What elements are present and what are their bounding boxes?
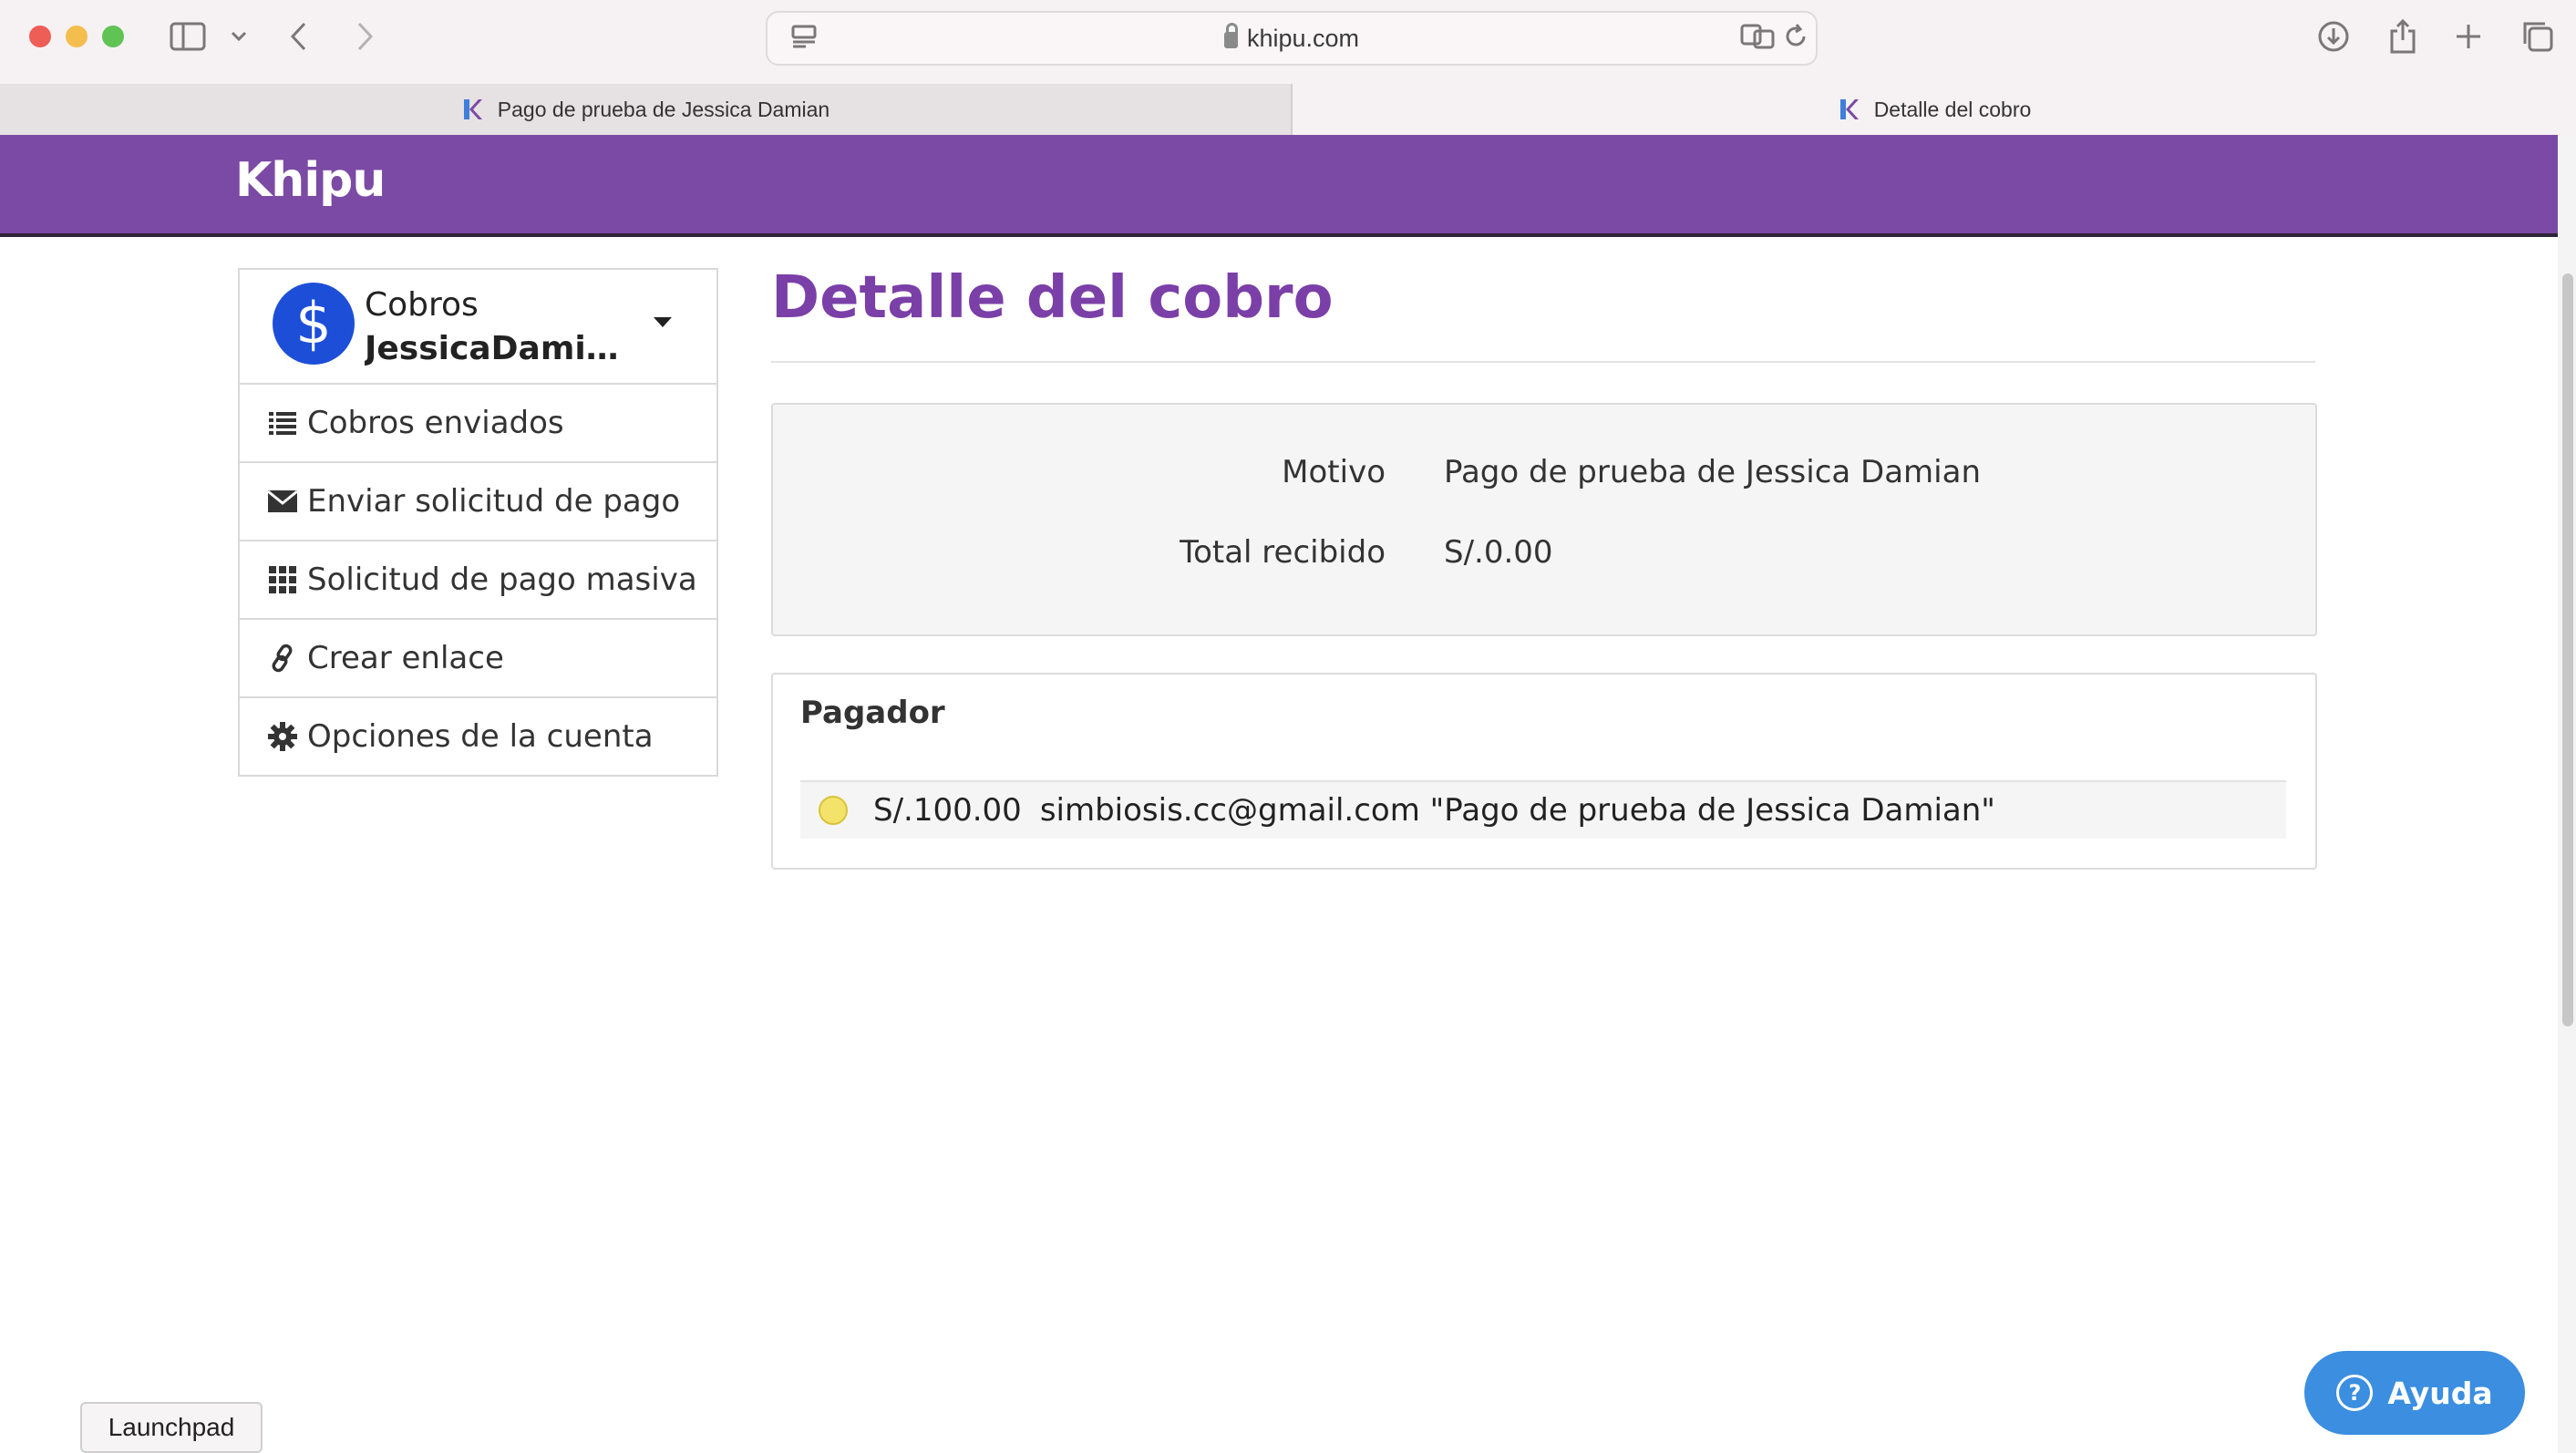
total-label: Total recibido <box>1180 534 1386 571</box>
gear-icon <box>267 721 298 752</box>
sidebar-item-label: Opciones de la cuenta <box>307 718 654 755</box>
sidebar-item-solicitud-masiva[interactable]: Solicitud de pago masiva <box>240 541 716 620</box>
reload-icon[interactable] <box>1772 13 1819 60</box>
summary-panel: Motivo Pago de prueba de Jessica Damian … <box>771 403 2317 636</box>
payer-detail: simbiosis.cc@gmail.com "Pago de prueba d… <box>1039 792 1995 829</box>
title-divider <box>771 361 2315 363</box>
payer-amount: S/.100.00 <box>873 792 1022 829</box>
motivo-label: Motivo <box>1282 454 1386 490</box>
caret-down-icon[interactable] <box>654 317 672 327</box>
tab-detalle-del-cobro[interactable]: Detalle del cobro <box>1293 84 2576 135</box>
sidebar: $ Cobros JessicaDamia... Cobros enviados… <box>238 268 718 777</box>
payer-row[interactable]: S/.100.00 simbiosis.cc@gmail.com "Pago d… <box>800 780 2286 839</box>
payer-heading: Pagador <box>800 695 945 731</box>
site-header: Khipu <box>0 135 2558 237</box>
sidebar-item-opciones-cuenta[interactable]: Opciones de la cuenta <box>240 698 716 775</box>
back-icon[interactable] <box>275 13 323 60</box>
url-label: khipu.com <box>1246 25 1360 52</box>
page-scrollbar[interactable] <box>2558 135 2576 1453</box>
sidebar-item-label: Solicitud de pago masiva <box>307 562 697 598</box>
logo-text: Khipu <box>235 153 386 208</box>
minimize-window-button[interactable] <box>66 26 88 47</box>
tab-overview-icon[interactable] <box>2514 13 2561 60</box>
envelope-icon <box>267 486 298 517</box>
forward-icon[interactable] <box>341 13 388 60</box>
close-window-button[interactable] <box>29 26 51 47</box>
tab-pago-de-prueba[interactable]: Pago de prueba de Jessica Damian <box>0 84 1293 135</box>
page-title: Detalle del cobro <box>771 264 1334 332</box>
launchpad-tooltip: Launchpad <box>80 1402 263 1453</box>
account-label: Cobros <box>365 286 479 324</box>
scrollbar-thumb[interactable] <box>2562 273 2573 1026</box>
lock-icon <box>1223 23 1238 48</box>
tab-title: Pago de prueba de Jessica Damian <box>497 97 830 121</box>
tab-bar: Pago de prueba de Jessica Damian × Detal… <box>0 84 2576 135</box>
browser-toolbar: khipu.com <box>0 0 2576 85</box>
pending-status-icon <box>819 796 848 825</box>
motivo-value: Pago de prueba de Jessica Damian <box>1444 454 1981 490</box>
khipu-favicon-icon <box>463 99 482 119</box>
address-bar[interactable]: khipu.com <box>766 11 1818 66</box>
account-name: JessicaDamia... <box>365 330 638 367</box>
sidebar-item-cobros-enviados[interactable]: Cobros enviados <box>240 385 716 463</box>
share-icon[interactable] <box>2379 13 2427 60</box>
zoom-window-button[interactable] <box>102 26 124 47</box>
sidebar-item-label: Enviar solicitud de pago <box>307 483 681 520</box>
dollar-icon: $ <box>273 283 355 365</box>
account-selector[interactable]: $ Cobros JessicaDamia... <box>240 270 716 385</box>
url-text: khipu.com <box>768 23 1816 53</box>
payer-panel: Pagador S/.100.00 simbiosis.cc@gmail.com… <box>771 673 2317 870</box>
help-button[interactable]: ? Ayuda <box>2304 1351 2525 1435</box>
sidebar-item-label: Cobros enviados <box>307 405 564 441</box>
sidebar-item-enviar-solicitud[interactable]: Enviar solicitud de pago <box>240 463 716 541</box>
downloads-icon[interactable] <box>2310 13 2357 60</box>
khipu-favicon-icon <box>1839 99 1859 119</box>
sidebar-item-crear-enlace[interactable]: Crear enlace <box>240 620 716 698</box>
sidebar-toggle-icon[interactable] <box>164 13 211 60</box>
sidebar-item-label: Crear enlace <box>307 640 504 676</box>
tab-title: Detalle del cobro <box>1873 97 2032 121</box>
link-icon <box>267 643 298 674</box>
chevron-down-icon[interactable] <box>215 13 263 60</box>
question-icon: ? <box>2336 1375 2374 1411</box>
khipu-logo[interactable]: Khipu <box>235 153 386 208</box>
total-value: S/.0.00 <box>1444 534 1553 571</box>
new-tab-icon[interactable] <box>2445 13 2492 60</box>
help-button-label: Ayuda <box>2387 1375 2493 1411</box>
list-icon <box>267 407 298 438</box>
grid-icon <box>267 564 298 595</box>
